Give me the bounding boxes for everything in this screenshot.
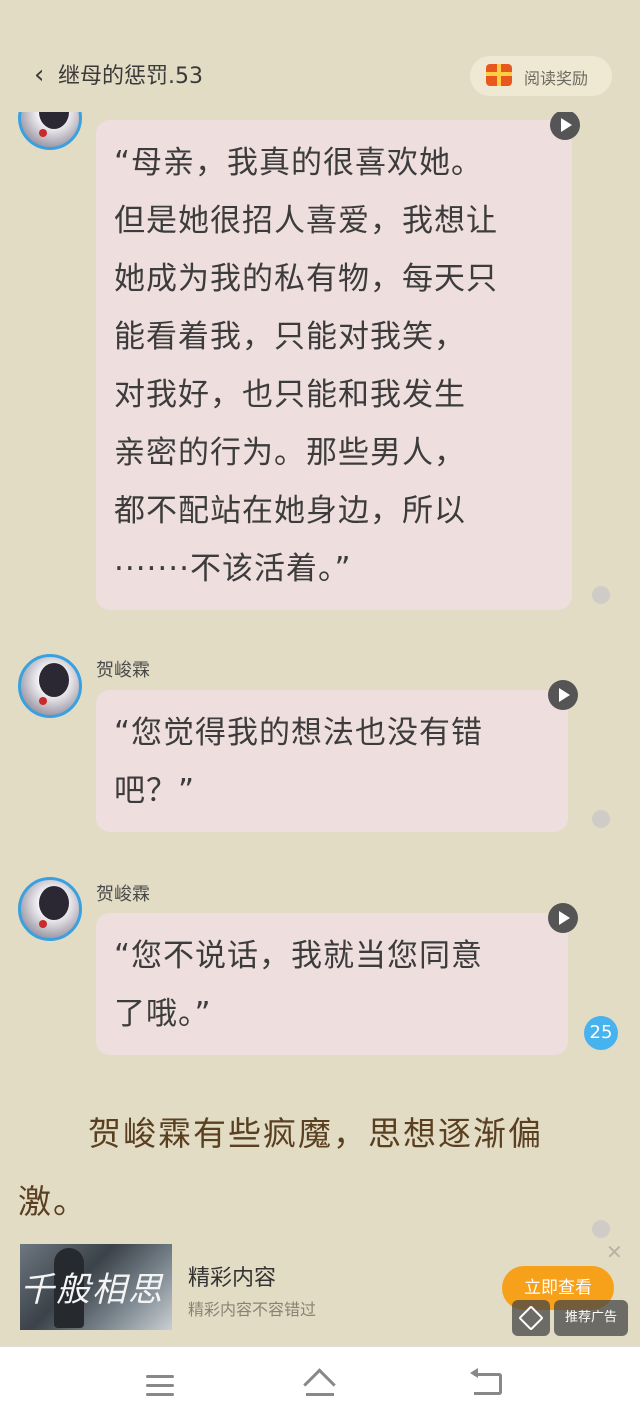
message-line: 吧？” [114, 773, 196, 809]
ad-tag[interactable]: 推荐广告 [554, 1300, 628, 1336]
message-line: 了哦。” [114, 996, 212, 1032]
chevron-left-icon[interactable]: ‹ [34, 62, 44, 88]
message-line: ·······不该活着。” [114, 551, 352, 587]
message-line: “您觉得我的想法也没有错 [114, 715, 484, 751]
ad-image-text: 千般相思 [20, 1270, 164, 1310]
message-bubble[interactable]: “您觉得我的想法也没有错 吧？” [96, 690, 568, 832]
message-line: “您不说话，我就当您同意 [114, 938, 484, 974]
message-line: 都不配站在她身边，所以 [114, 493, 466, 529]
close-icon[interactable]: ✕ [606, 1240, 623, 1264]
narration-text: 贺峻霖有些疯魔，思想逐渐偏 激。 [18, 1100, 618, 1236]
ad-title[interactable]: 精彩内容 [188, 1260, 276, 1292]
play-audio-icon[interactable] [550, 112, 580, 140]
message-line: 能看着我，只能对我笑， [114, 319, 466, 355]
reading-reward-button[interactable]: 阅读奖励 [470, 56, 612, 96]
message-bubble[interactable]: “您不说话，我就当您同意 了哦。” [96, 913, 568, 1055]
reading-reward-label: 阅读奖励 [524, 69, 589, 88]
chat-stream[interactable]: “母亲，我真的很喜欢她。 但是她很招人喜爱，我想让 她成为我的私有物，每天只 能… [0, 112, 640, 1242]
comment-dot[interactable] [592, 586, 610, 604]
message-bubble[interactable]: “母亲，我真的很喜欢她。 但是她很招人喜爱，我想让 她成为我的私有物，每天只 能… [96, 120, 572, 610]
narration-line: 激。 [18, 1182, 88, 1221]
menu-icon[interactable] [146, 1375, 174, 1397]
top-bar: ‹ 继母的惩罚.53 阅读奖励 [0, 40, 640, 112]
comment-count-badge[interactable]: 25 [584, 1016, 618, 1050]
message-line: 对我好，也只能和我发生 [114, 377, 466, 413]
narration-line: 贺峻霖有些疯魔，思想逐渐偏 [18, 1114, 543, 1153]
avatar[interactable] [18, 877, 82, 941]
sender-name: 贺峻霖 [96, 884, 150, 905]
layers-icon[interactable] [512, 1300, 550, 1336]
ad-subtitle: 精彩内容不容错过 [188, 1300, 317, 1319]
sender-name: 贺峻霖 [96, 660, 150, 681]
system-nav-bar [0, 1346, 640, 1423]
message-line: 她成为我的私有物，每天只 [114, 261, 498, 297]
message-line: 但是她很招人喜爱，我想让 [114, 203, 498, 239]
gift-box-icon [486, 64, 512, 86]
comment-dot[interactable] [592, 810, 610, 828]
play-audio-icon[interactable] [548, 903, 578, 933]
ad-image[interactable]: 千般相思 [20, 1244, 172, 1330]
play-audio-icon[interactable] [548, 680, 578, 710]
chapter-title[interactable]: 继母的惩罚.53 [58, 62, 203, 92]
avatar[interactable] [18, 654, 82, 718]
ad-banner[interactable]: 千般相思 精彩内容 精彩内容不容错过 立即查看 ✕ 推荐广告 [0, 1238, 640, 1338]
message-line: “母亲，我真的很喜欢她。 [114, 145, 484, 181]
avatar[interactable] [18, 112, 82, 150]
message-line: 亲密的行为。那些男人， [114, 435, 466, 471]
home-icon[interactable] [304, 1371, 336, 1397]
back-icon[interactable] [470, 1368, 502, 1395]
comment-dot[interactable] [592, 1220, 610, 1238]
